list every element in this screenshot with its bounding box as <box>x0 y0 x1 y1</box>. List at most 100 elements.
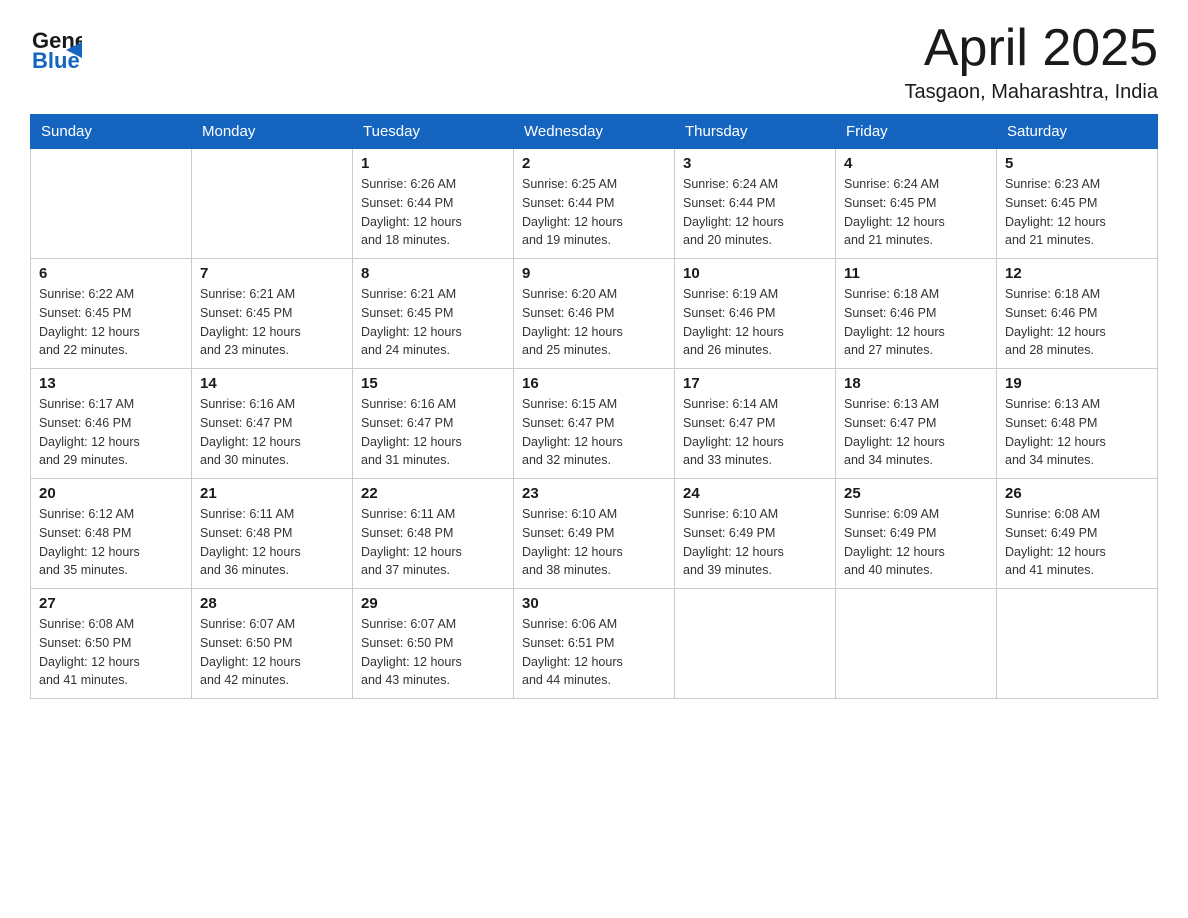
day-number: 12 <box>1005 265 1149 282</box>
day-number: 6 <box>39 265 183 282</box>
calendar-cell: 14Sunrise: 6:16 AM Sunset: 6:47 PM Dayli… <box>192 369 353 479</box>
day-of-week-friday: Friday <box>836 115 997 149</box>
calendar-cell: 7 Sunrise: 6:21 AM Sunset: 6:45 PM Daylig… <box>192 259 353 369</box>
calendar-cell <box>836 589 997 699</box>
day-info: Sunrise: 6:10 AM Sunset: 6:49 PM Dayligh… <box>683 505 827 580</box>
calendar-cell: 29 Sunrise: 6:07 AM Sunset: 6:50 PM Dayli… <box>353 589 514 699</box>
calendar-week-5: 27 Sunrise: 6:08 AM Sunset: 6:50 PM Dayli… <box>31 589 1158 699</box>
logo: General Blue <box>30 20 82 77</box>
day-info: Sunrise: 6:09 AM Sunset: 6:49 PM Dayligh… <box>844 505 988 580</box>
calendar-cell: 5 Sunrise: 6:23 AM Sunset: 6:45 PM Daylig… <box>997 149 1158 259</box>
calendar-cell: 6 Sunrise: 6:22 AM Sunset: 6:45 PM Daylig… <box>31 259 192 369</box>
day-number: 30 <box>522 595 666 612</box>
calendar-cell: 22Sunrise: 6:11 AM Sunset: 6:48 PM Dayli… <box>353 479 514 589</box>
day-of-week-wednesday: Wednesday <box>514 115 675 149</box>
calendar-cell: 17Sunrise: 6:14 AM Sunset: 6:47 PM Dayli… <box>675 369 836 479</box>
day-number: 7 <box>200 265 344 282</box>
logo-image: General Blue <box>30 20 82 77</box>
day-number: 21 <box>200 485 344 502</box>
day-number: 2 <box>522 155 666 172</box>
calendar-cell <box>192 149 353 259</box>
day-info: Sunrise: 6:16 AM Sunset: 6:47 PM Dayligh… <box>361 395 505 470</box>
calendar-cell: 2 Sunrise: 6:25 AM Sunset: 6:44 PM Daylig… <box>514 149 675 259</box>
day-info: Sunrise: 6:21 AM Sunset: 6:45 PM Dayligh… <box>200 285 344 360</box>
calendar-header: SundayMondayTuesdayWednesdayThursdayFrid… <box>31 115 1158 149</box>
day-info: Sunrise: 6:18 AM Sunset: 6:46 PM Dayligh… <box>844 285 988 360</box>
svg-text:Blue: Blue <box>32 48 80 72</box>
day-number: 19 <box>1005 375 1149 392</box>
day-info: Sunrise: 6:08 AM Sunset: 6:49 PM Dayligh… <box>1005 505 1149 580</box>
day-number: 13 <box>39 375 183 392</box>
day-number: 25 <box>844 485 988 502</box>
calendar-cell <box>31 149 192 259</box>
month-title: April 2025 <box>905 20 1159 77</box>
calendar-cell: 28 Sunrise: 6:07 AM Sunset: 6:50 PM Dayli… <box>192 589 353 699</box>
calendar-cell: 26 Sunrise: 6:08 AM Sunset: 6:49 PM Dayli… <box>997 479 1158 589</box>
day-info: Sunrise: 6:24 AM Sunset: 6:45 PM Dayligh… <box>844 175 988 250</box>
calendar-cell: 11 Sunrise: 6:18 AM Sunset: 6:46 PM Dayli… <box>836 259 997 369</box>
day-info: Sunrise: 6:13 AM Sunset: 6:47 PM Dayligh… <box>844 395 988 470</box>
calendar-cell: 27 Sunrise: 6:08 AM Sunset: 6:50 PM Dayli… <box>31 589 192 699</box>
day-of-week-tuesday: Tuesday <box>353 115 514 149</box>
calendar-cell: 25 Sunrise: 6:09 AM Sunset: 6:49 PM Dayli… <box>836 479 997 589</box>
day-number: 27 <box>39 595 183 612</box>
day-info: Sunrise: 6:07 AM Sunset: 6:50 PM Dayligh… <box>361 615 505 690</box>
day-number: 14 <box>200 375 344 392</box>
calendar-week-1: 1Sunrise: 6:26 AM Sunset: 6:44 PM Daylig… <box>31 149 1158 259</box>
day-of-week-thursday: Thursday <box>675 115 836 149</box>
page-header: General Blue April 2025 Tasgaon, Maharas… <box>30 20 1158 104</box>
day-info: Sunrise: 6:06 AM Sunset: 6:51 PM Dayligh… <box>522 615 666 690</box>
day-number: 16 <box>522 375 666 392</box>
calendar-cell: 30 Sunrise: 6:06 AM Sunset: 6:51 PM Dayli… <box>514 589 675 699</box>
day-info: Sunrise: 6:17 AM Sunset: 6:46 PM Dayligh… <box>39 395 183 470</box>
day-number: 5 <box>1005 155 1149 172</box>
calendar-week-3: 13 Sunrise: 6:17 AM Sunset: 6:46 PM Dayli… <box>31 369 1158 479</box>
calendar-week-4: 20Sunrise: 6:12 AM Sunset: 6:48 PM Dayli… <box>31 479 1158 589</box>
day-number: 22 <box>361 485 505 502</box>
day-number: 23 <box>522 485 666 502</box>
day-info: Sunrise: 6:21 AM Sunset: 6:45 PM Dayligh… <box>361 285 505 360</box>
calendar-cell: 19 Sunrise: 6:13 AM Sunset: 6:48 PM Dayli… <box>997 369 1158 479</box>
calendar-cell: 24Sunrise: 6:10 AM Sunset: 6:49 PM Dayli… <box>675 479 836 589</box>
day-info: Sunrise: 6:15 AM Sunset: 6:47 PM Dayligh… <box>522 395 666 470</box>
calendar-cell: 8 Sunrise: 6:21 AM Sunset: 6:45 PM Daylig… <box>353 259 514 369</box>
day-of-week-saturday: Saturday <box>997 115 1158 149</box>
day-number: 28 <box>200 595 344 612</box>
day-info: Sunrise: 6:20 AM Sunset: 6:46 PM Dayligh… <box>522 285 666 360</box>
day-number: 4 <box>844 155 988 172</box>
calendar-cell: 15Sunrise: 6:16 AM Sunset: 6:47 PM Dayli… <box>353 369 514 479</box>
day-info: Sunrise: 6:08 AM Sunset: 6:50 PM Dayligh… <box>39 615 183 690</box>
calendar-cell: 18 Sunrise: 6:13 AM Sunset: 6:47 PM Dayli… <box>836 369 997 479</box>
day-info: Sunrise: 6:25 AM Sunset: 6:44 PM Dayligh… <box>522 175 666 250</box>
day-info: Sunrise: 6:26 AM Sunset: 6:44 PM Dayligh… <box>361 175 505 250</box>
calendar-cell: 3 Sunrise: 6:24 AM Sunset: 6:44 PM Daylig… <box>675 149 836 259</box>
location-subtitle: Tasgaon, Maharashtra, India <box>905 81 1159 104</box>
calendar-cell <box>675 589 836 699</box>
day-number: 18 <box>844 375 988 392</box>
day-number: 10 <box>683 265 827 282</box>
days-of-week-row: SundayMondayTuesdayWednesdayThursdayFrid… <box>31 115 1158 149</box>
calendar-cell: 21Sunrise: 6:11 AM Sunset: 6:48 PM Dayli… <box>192 479 353 589</box>
day-info: Sunrise: 6:13 AM Sunset: 6:48 PM Dayligh… <box>1005 395 1149 470</box>
calendar-cell: 12 Sunrise: 6:18 AM Sunset: 6:46 PM Dayli… <box>997 259 1158 369</box>
calendar-body: 1Sunrise: 6:26 AM Sunset: 6:44 PM Daylig… <box>31 149 1158 699</box>
day-number: 8 <box>361 265 505 282</box>
day-info: Sunrise: 6:22 AM Sunset: 6:45 PM Dayligh… <box>39 285 183 360</box>
calendar-cell: 13 Sunrise: 6:17 AM Sunset: 6:46 PM Dayli… <box>31 369 192 479</box>
calendar-table: SundayMondayTuesdayWednesdayThursdayFrid… <box>30 114 1158 699</box>
day-info: Sunrise: 6:07 AM Sunset: 6:50 PM Dayligh… <box>200 615 344 690</box>
day-info: Sunrise: 6:18 AM Sunset: 6:46 PM Dayligh… <box>1005 285 1149 360</box>
day-info: Sunrise: 6:19 AM Sunset: 6:46 PM Dayligh… <box>683 285 827 360</box>
day-of-week-monday: Monday <box>192 115 353 149</box>
day-info: Sunrise: 6:23 AM Sunset: 6:45 PM Dayligh… <box>1005 175 1149 250</box>
day-info: Sunrise: 6:24 AM Sunset: 6:44 PM Dayligh… <box>683 175 827 250</box>
day-number: 29 <box>361 595 505 612</box>
day-number: 3 <box>683 155 827 172</box>
day-number: 20 <box>39 485 183 502</box>
day-number: 11 <box>844 265 988 282</box>
day-of-week-sunday: Sunday <box>31 115 192 149</box>
calendar-cell: 10 Sunrise: 6:19 AM Sunset: 6:46 PM Dayli… <box>675 259 836 369</box>
calendar-cell: 23Sunrise: 6:10 AM Sunset: 6:49 PM Dayli… <box>514 479 675 589</box>
calendar-cell: 20Sunrise: 6:12 AM Sunset: 6:48 PM Dayli… <box>31 479 192 589</box>
day-number: 26 <box>1005 485 1149 502</box>
